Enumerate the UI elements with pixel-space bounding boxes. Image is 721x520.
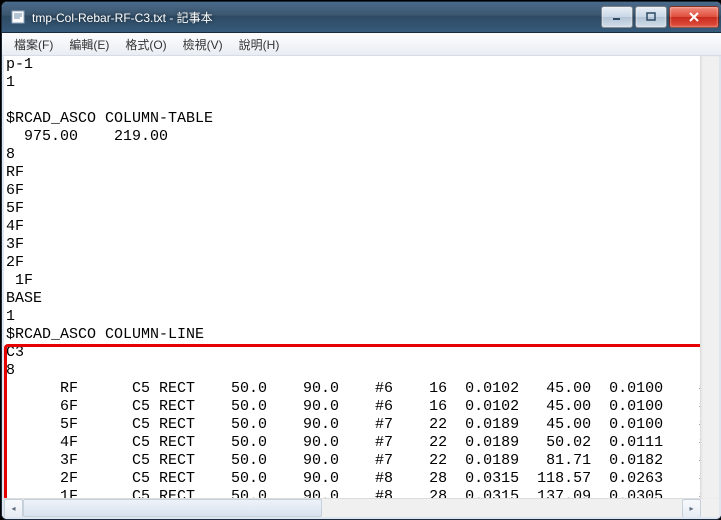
hscroll-thumb[interactable] — [23, 499, 322, 517]
text-area[interactable]: p-1 1 $RCAD_ASCO COLUMN-TABLE 975.00 219… — [4, 56, 701, 499]
window-buttons — [601, 6, 719, 28]
menu-edit[interactable]: 編輯(E) — [61, 34, 117, 55]
maximize-button[interactable] — [635, 6, 667, 28]
hscroll-track[interactable] — [23, 499, 682, 517]
menu-format[interactable]: 格式(O) — [117, 34, 174, 55]
title-bar[interactable]: tmp-Col-Rebar-RF-C3.txt - 記事本 — [2, 2, 721, 33]
menu-help[interactable]: 說明(H) — [231, 34, 288, 55]
horizontal-scrollbar[interactable]: ◂ ▸ — [4, 498, 701, 517]
window-title: tmp-Col-Rebar-RF-C3.txt - 記事本 — [32, 9, 601, 26]
menu-view[interactable]: 檢視(V) — [175, 34, 231, 55]
content-area: p-1 1 $RCAD_ASCO COLUMN-TABLE 975.00 219… — [2, 56, 721, 519]
scroll-right-button[interactable]: ▸ — [682, 499, 701, 518]
vertical-scrollbar[interactable] — [700, 56, 719, 499]
menu-bar: 檔案(F) 編輯(E) 格式(O) 檢視(V) 說明(H) — [2, 33, 721, 56]
scroll-left-button[interactable]: ◂ — [4, 499, 23, 518]
app-icon — [10, 9, 26, 25]
menu-file[interactable]: 檔案(F) — [6, 34, 61, 55]
minimize-button[interactable] — [601, 6, 633, 28]
scrollbar-corner — [701, 499, 719, 517]
notepad-window: tmp-Col-Rebar-RF-C3.txt - 記事本 檔案(F) 編輯(E… — [1, 1, 721, 520]
close-button[interactable] — [669, 6, 719, 28]
